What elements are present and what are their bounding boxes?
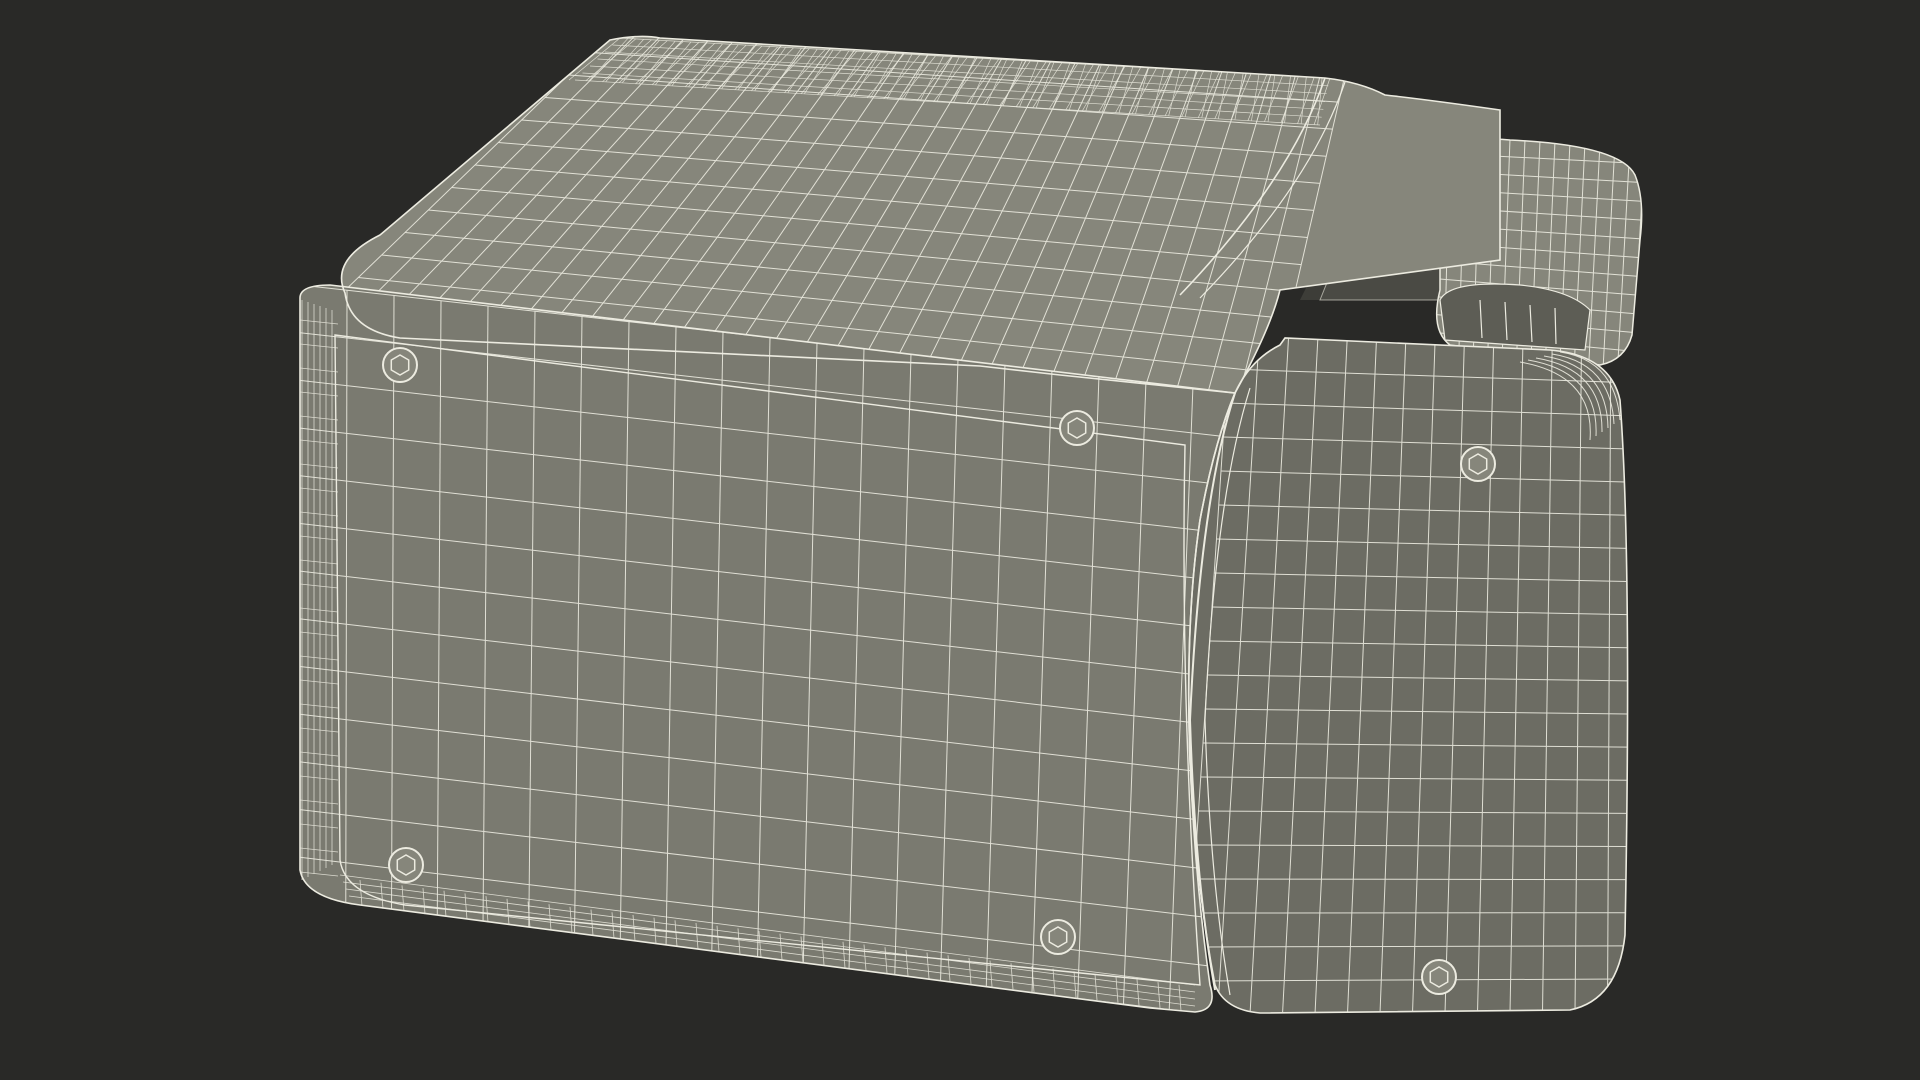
bolt (388, 847, 424, 883)
bolt (1059, 410, 1095, 446)
bolt (1040, 919, 1076, 955)
render-viewport[interactable] (0, 0, 1920, 1080)
wireframe-render (299, 35, 1643, 1014)
bolt (1460, 446, 1496, 482)
bolt (382, 347, 418, 383)
bolt (1421, 959, 1457, 995)
model-body (299, 35, 1643, 1014)
